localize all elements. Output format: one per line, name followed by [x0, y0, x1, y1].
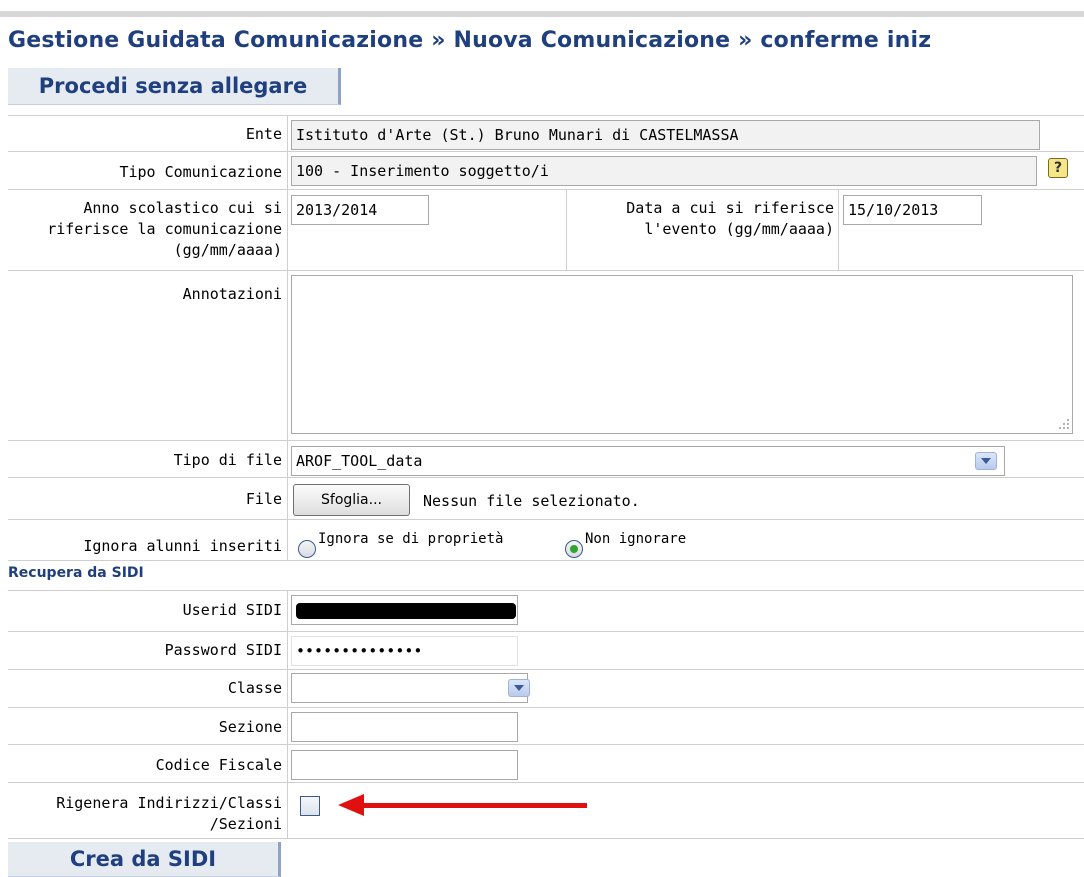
- tipo-di-file-value: AROF_TOOL_data: [296, 452, 423, 470]
- rigenera-checkbox[interactable]: [300, 796, 320, 816]
- redaction-mark: [296, 603, 516, 619]
- classe-label: Classe: [227, 679, 282, 697]
- tipo-di-file-label: Tipo di file: [173, 451, 282, 469]
- codice-fiscale-input[interactable]: [291, 750, 518, 780]
- browse-button[interactable]: Sfoglia...: [293, 484, 410, 516]
- password-input[interactable]: ••••••••••••••: [291, 636, 518, 666]
- radio-ignora-se-di-proprieta[interactable]: [298, 540, 316, 558]
- data-label-line-1: Data a cui si riferisce: [626, 199, 834, 217]
- procedi-senza-allegare-button[interactable]: Procedi senza allegare: [8, 68, 341, 105]
- row-divider: [8, 151, 1084, 152]
- rigenera-label-line-1: Rigenera Indirizzi/Classi: [56, 794, 282, 812]
- row-divider: [8, 560, 1084, 561]
- row-divider: [8, 590, 1084, 591]
- ente-label: Ente: [245, 125, 282, 143]
- row-divider: [8, 477, 1084, 478]
- data-label-line-2: l'evento (gg/mm/aaaa): [644, 220, 834, 238]
- data-evento-input[interactable]: 15/10/2013: [843, 195, 982, 225]
- chevron-down-icon[interactable]: [508, 679, 530, 697]
- sezione-label: Sezione: [218, 718, 282, 736]
- help-icon[interactable]: ?: [1048, 158, 1068, 178]
- crea-da-sidi-button[interactable]: Crea da SIDI: [8, 842, 281, 877]
- breadcrumb: Gestione Guidata Comunicazione » Nuova C…: [8, 28, 932, 53]
- annotazioni-label: Annotazioni: [182, 285, 282, 303]
- top-strip: [0, 0, 1084, 17]
- rigenera-label: Rigenera Indirizzi/Classi /Sezioni: [8, 793, 282, 835]
- rigenera-label-line-2: /Sezioni: [209, 815, 282, 833]
- section-title-recupera-sidi: Recupera da SIDI: [8, 565, 144, 581]
- sezione-input[interactable]: [291, 712, 518, 742]
- file-label: File: [245, 490, 282, 508]
- data-evento-label: Data a cui si riferisce l'evento (gg/mm/…: [570, 198, 834, 240]
- row-divider: [8, 189, 1084, 190]
- anno-scolastico-input[interactable]: 2013/2014: [291, 195, 429, 225]
- anno-label-line-2: riferisce la comunicazione: [47, 220, 282, 238]
- anno-scolastico-label: Anno scolastico cui si riferisce la comu…: [8, 198, 282, 261]
- annotazioni-textarea[interactable]: [291, 275, 1073, 434]
- password-label: Password SIDI: [164, 641, 282, 659]
- row-divider: [8, 744, 1084, 745]
- radio-label-non-ignorare: Non ignorare: [585, 531, 687, 547]
- resize-grip-icon[interactable]: [1058, 418, 1070, 430]
- red-arrow-icon: [338, 794, 364, 816]
- row-divider: [8, 519, 1084, 520]
- row-divider: [8, 631, 1084, 632]
- column-divider: [287, 590, 288, 838]
- userid-label: Userid SIDI: [182, 601, 282, 619]
- row-divider: [8, 707, 1084, 708]
- classe-select[interactable]: [291, 673, 528, 703]
- row-divider: [8, 782, 1084, 783]
- radio-non-ignorare[interactable]: [565, 540, 583, 558]
- red-arrow-shaft: [362, 803, 587, 808]
- row-divider: [8, 270, 1084, 271]
- tipo-comunicazione-label: Tipo Comunicazione: [119, 163, 282, 181]
- codice-fiscale-label: Codice Fiscale: [155, 756, 282, 774]
- anno-label-line-3: (gg/mm/aaaa): [173, 241, 282, 259]
- ente-field: Istituto d'Arte (St.) Bruno Munari di CA…: [291, 120, 1040, 150]
- tipo-di-file-select[interactable]: AROF_TOOL_data: [291, 446, 1005, 476]
- row-divider: [8, 440, 1084, 441]
- row-divider: [8, 669, 1084, 670]
- tipo-comunicazione-field: 100 - Inserimento soggetto/i: [291, 156, 1037, 186]
- ignora-alunni-label: Ignora alunni inseriti: [83, 537, 282, 555]
- file-status-text: Nessun file selezionato.: [423, 492, 640, 510]
- anno-label-line-1: Anno scolastico cui si: [83, 199, 282, 217]
- radio-label-ignora: Ignora se di proprietà: [318, 531, 504, 547]
- row-divider: [8, 115, 1084, 116]
- column-divider: [287, 115, 288, 560]
- chevron-down-icon[interactable]: [975, 452, 997, 470]
- row-divider: [8, 838, 1084, 839]
- column-divider: [566, 189, 567, 270]
- column-divider: [838, 189, 839, 270]
